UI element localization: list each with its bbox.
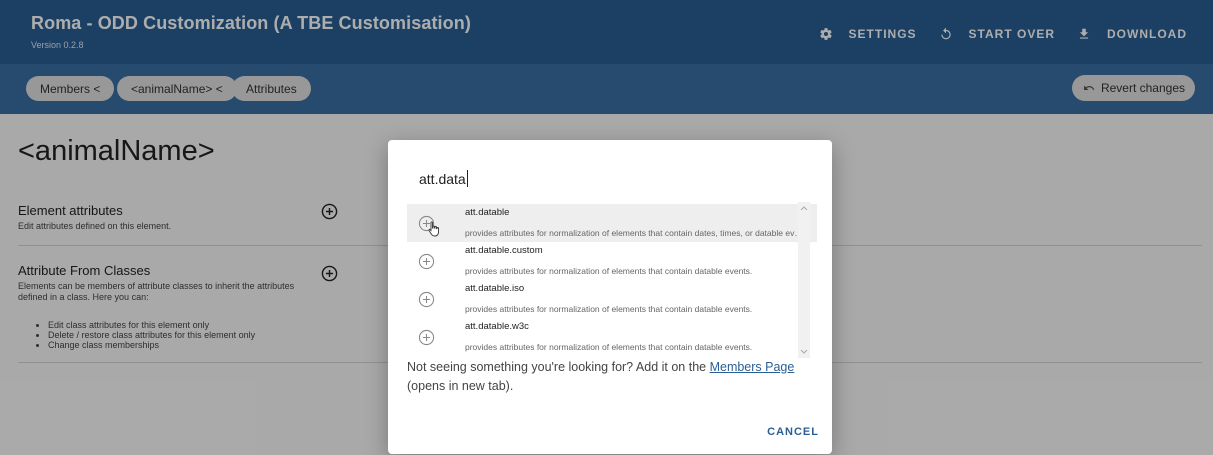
class-description: provides attributes for normalization of…	[465, 342, 753, 352]
class-description: provides attributes for normalization of…	[465, 266, 753, 276]
text-caret	[466, 170, 468, 187]
scroll-down-icon[interactable]	[800, 349, 808, 355]
class-results-list: att.datable provides attributes for norm…	[407, 202, 817, 358]
members-page-link[interactable]: Members Page	[710, 360, 795, 374]
hand-pointer-icon	[428, 221, 439, 237]
class-description: provides attributes for normalization of…	[465, 228, 805, 238]
scroll-up-icon[interactable]	[800, 205, 808, 211]
class-name: att.datable.custom	[465, 245, 543, 256]
list-item-att-datable-custom[interactable]: att.datable.custom provides attributes f…	[407, 242, 817, 280]
class-description: provides attributes for normalization of…	[465, 304, 753, 314]
results-scrollbar[interactable]	[798, 202, 810, 358]
class-search-value: att.data	[419, 170, 466, 187]
not-seeing-suffix: (opens in new tab).	[407, 379, 514, 393]
not-seeing-note: Not seeing something you're looking for?…	[407, 358, 817, 396]
class-name: att.datable	[465, 207, 510, 218]
list-item-att-datable[interactable]: att.datable provides attributes for norm…	[407, 204, 817, 242]
add-circle-icon[interactable]	[418, 291, 435, 308]
add-circle-icon[interactable]	[418, 329, 435, 346]
cancel-button[interactable]: CANCEL	[767, 426, 819, 438]
class-name: att.datable.w3c	[465, 321, 529, 332]
not-seeing-prefix: Not seeing something you're looking for?…	[407, 360, 710, 374]
add-class-dialog: att.data att.datable provides attributes…	[388, 140, 832, 454]
class-search-input[interactable]: att.data	[419, 170, 468, 187]
class-name: att.datable.iso	[465, 283, 525, 294]
add-circle-icon[interactable]	[418, 253, 435, 270]
list-item-att-datable-w3c[interactable]: att.datable.w3c provides attributes for …	[407, 318, 817, 356]
list-item-att-datable-iso[interactable]: att.datable.iso provides attributes for …	[407, 280, 817, 318]
